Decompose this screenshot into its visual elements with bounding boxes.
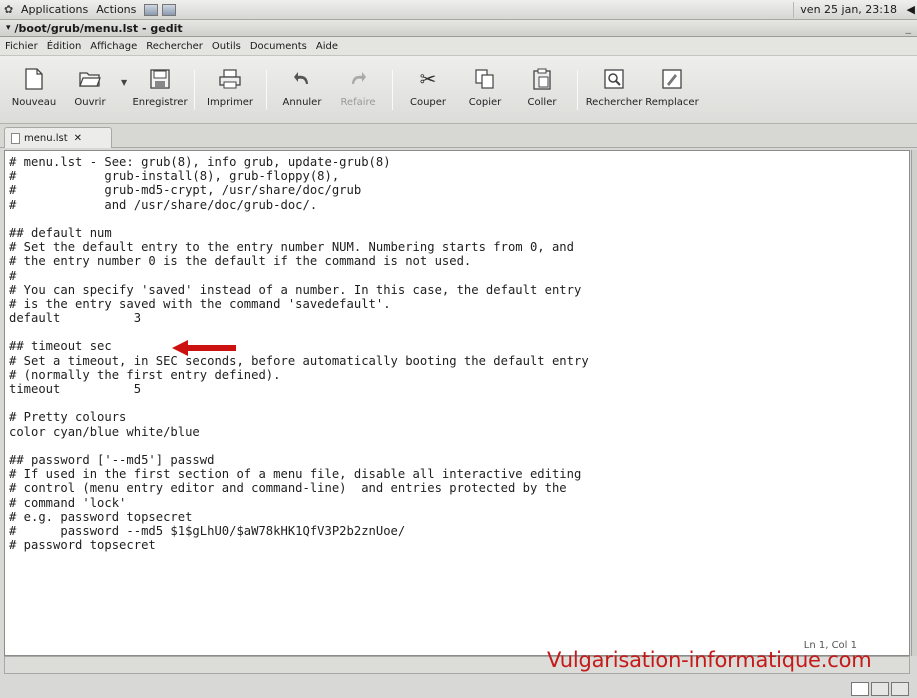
code-line[interactable]: # Set a timeout, in SEC seconds, before …	[9, 354, 909, 368]
menu-aide[interactable]: Aide	[316, 41, 338, 52]
code-line[interactable]: # e.g. password topsecret	[9, 510, 909, 524]
vertical-scrollbar[interactable]	[911, 150, 917, 656]
volume-icon[interactable]: ◀	[907, 3, 915, 16]
code-line[interactable]	[9, 325, 909, 339]
gnome-foot-icon[interactable]: ✿	[4, 3, 16, 16]
code-line[interactable]	[9, 396, 909, 410]
code-line[interactable]: color cyan/blue white/blue	[9, 425, 909, 439]
open-dropdown-icon[interactable]: ▼	[121, 78, 127, 87]
document-tabbar: menu.lst ✕	[0, 124, 917, 148]
menu-outils[interactable]: Outils	[212, 41, 241, 52]
menu-documents[interactable]: Documents	[250, 41, 307, 52]
menubar: Fichier Édition Affichage Rechercher Out…	[0, 37, 917, 56]
launcher-icon[interactable]	[144, 3, 159, 16]
tab-label: menu.lst	[24, 132, 68, 144]
code-line[interactable]: default 3	[9, 311, 909, 325]
code-line[interactable]: # grub-md5-crypt, /usr/share/doc/grub	[9, 183, 909, 197]
panel-clock[interactable]: ven 25 jan, 23:18	[793, 2, 903, 18]
workspace-switcher[interactable]	[849, 682, 909, 696]
menu-rechercher[interactable]: Rechercher	[146, 41, 203, 52]
code-line[interactable]: # Set the default entry to the entry num…	[9, 240, 909, 254]
undo-button[interactable]: Annuler	[274, 62, 330, 118]
code-line[interactable]: timeout 5	[9, 382, 909, 396]
annotation-arrow-icon	[172, 340, 236, 356]
workspace-1[interactable]	[851, 682, 869, 696]
code-line[interactable]: ## password ['--md5'] passwd	[9, 453, 909, 467]
replace-icon	[659, 66, 685, 92]
cut-button[interactable]: ✂ Couper	[400, 62, 456, 118]
applications-menu[interactable]: Applications	[21, 3, 88, 16]
menu-affichage[interactable]: Affichage	[90, 41, 137, 52]
watermark-text: Vulgarisation-informatique.com	[547, 648, 872, 672]
window-title: /boot/grub/menu.lst - gedit	[14, 21, 183, 35]
code-line[interactable]: ## default num	[9, 226, 909, 240]
code-line[interactable]: # grub-install(8), grub-floppy(8),	[9, 169, 909, 183]
new-button[interactable]: Nouveau	[6, 62, 62, 118]
menu-fichier[interactable]: Fichier	[5, 41, 38, 52]
code-line[interactable]: # command 'lock'	[9, 496, 909, 510]
toolbar-separator	[266, 70, 267, 110]
code-line[interactable]: # Pretty colours	[9, 410, 909, 424]
code-line[interactable]: ## timeout sec	[9, 339, 909, 353]
toolbar-separator	[194, 70, 195, 110]
text-file-icon	[11, 132, 20, 144]
paste-button[interactable]: Coller	[514, 62, 570, 118]
code-line[interactable]: #	[9, 269, 909, 283]
toolbar-separator	[577, 70, 578, 110]
top-panel: ✿ Applications Actions ven 25 jan, 23:18…	[0, 0, 917, 20]
open-button[interactable]: Ouvrir	[62, 62, 118, 118]
window-menu-icon[interactable]: ▾	[6, 23, 11, 33]
redo-button[interactable]: Refaire	[330, 62, 386, 118]
code-line[interactable]: # If used in the first section of a menu…	[9, 467, 909, 481]
code-line[interactable]: # password topsecret	[9, 538, 909, 552]
code-line[interactable]: # the entry number 0 is the default if t…	[9, 254, 909, 268]
code-line[interactable]: # password --md5 $1$gLhU0/$aW78kHK1QfV3P…	[9, 524, 909, 538]
print-button[interactable]: Imprimer	[202, 62, 258, 118]
save-disk-icon	[147, 66, 173, 92]
code-content[interactable]: # menu.lst - See: grub(8), info grub, up…	[5, 151, 909, 552]
clipboard-icon	[529, 66, 555, 92]
code-line[interactable]: # control (menu entry editor and command…	[9, 481, 909, 495]
workspace-2[interactable]	[871, 682, 889, 696]
toolbar-separator	[392, 70, 393, 110]
replace-button[interactable]: Remplacer	[644, 62, 700, 118]
text-editor[interactable]: # menu.lst - See: grub(8), info grub, up…	[4, 150, 910, 656]
save-button[interactable]: Enregistrer	[132, 62, 188, 118]
find-button[interactable]: Rechercher	[586, 62, 642, 118]
window-titlebar[interactable]: ▾ /boot/grub/menu.lst - gedit _	[0, 20, 917, 37]
open-folder-icon	[77, 66, 103, 92]
code-line[interactable]: # is the entry saved with the command 's…	[9, 297, 909, 311]
code-line[interactable]: # You can specify 'saved' instead of a n…	[9, 283, 909, 297]
redo-icon	[345, 66, 371, 92]
menu-edition[interactable]: Édition	[47, 41, 82, 52]
undo-icon	[289, 66, 315, 92]
status-bar	[0, 674, 917, 698]
launcher-icon[interactable]	[162, 3, 177, 16]
workspace-3[interactable]	[891, 682, 909, 696]
scissors-icon: ✂	[419, 67, 437, 91]
printer-icon	[217, 66, 243, 92]
code-line[interactable]: # and /usr/share/doc/grub-doc/.	[9, 198, 909, 212]
toolbar: Nouveau Ouvrir ▼ Enregistrer Imprimer An…	[0, 56, 917, 124]
tab-menu-lst[interactable]: menu.lst ✕	[4, 127, 112, 148]
actions-menu[interactable]: Actions	[96, 3, 136, 16]
new-document-icon	[21, 66, 47, 92]
code-line[interactable]	[9, 439, 909, 453]
copy-icon	[472, 66, 498, 92]
find-icon	[601, 66, 627, 92]
code-line[interactable]: # (normally the first entry defined).	[9, 368, 909, 382]
code-line[interactable]	[9, 212, 909, 226]
minimize-icon[interactable]: _	[906, 21, 912, 34]
code-line[interactable]: # menu.lst - See: grub(8), info grub, up…	[9, 155, 909, 169]
close-tab-icon[interactable]: ✕	[74, 133, 82, 144]
copy-button[interactable]: Copier	[457, 62, 513, 118]
